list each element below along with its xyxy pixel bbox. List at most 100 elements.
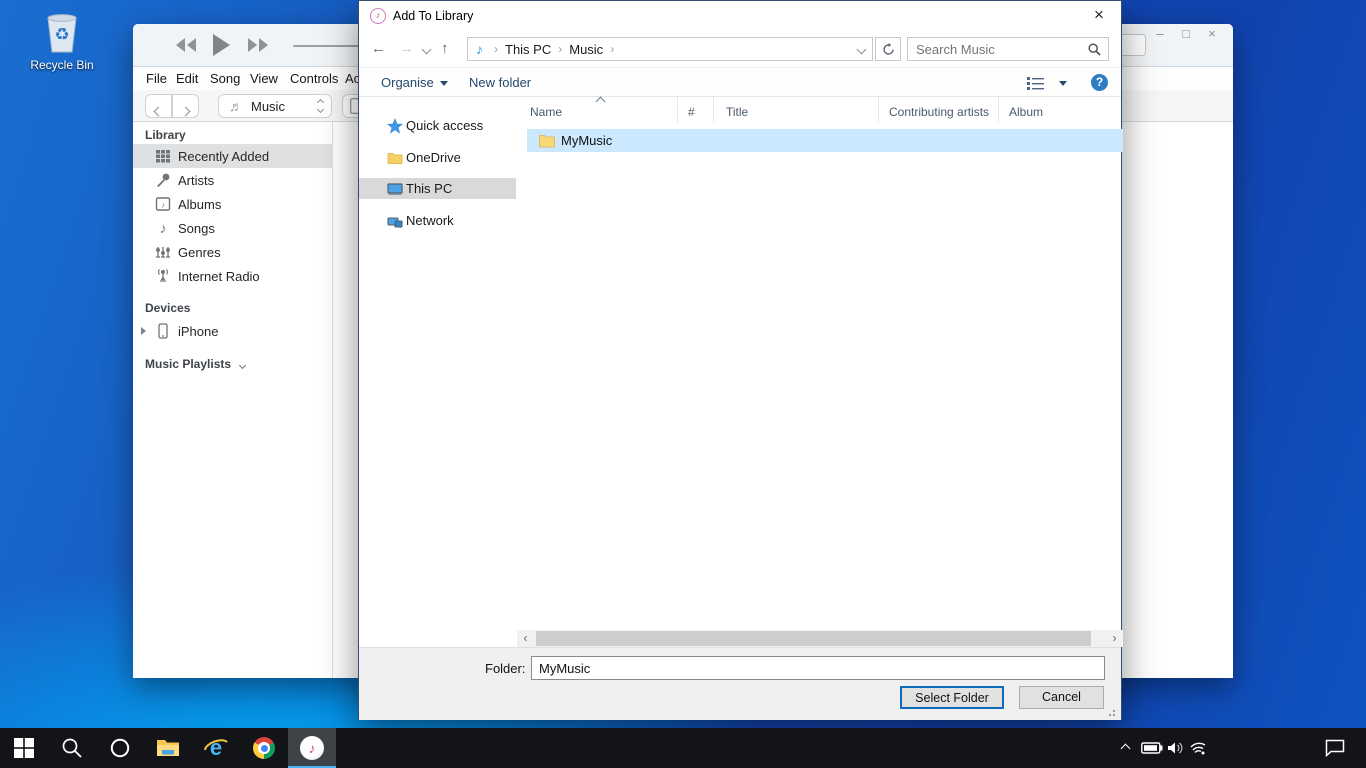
- column-header-number[interactable]: #: [678, 97, 714, 123]
- search-icon[interactable]: [1088, 43, 1101, 56]
- itunes-sidebar: Library Recently Added Artists: [133, 122, 333, 678]
- library-picker-value: Music: [251, 99, 285, 114]
- scrollbar-thumb[interactable]: [536, 631, 1091, 646]
- internet-explorer-button[interactable]: e: [192, 728, 240, 768]
- view-mode-dropdown-icon[interactable]: [1059, 81, 1067, 86]
- column-header-name[interactable]: Name: [517, 97, 678, 123]
- refresh-icon: [882, 43, 895, 56]
- cancel-button[interactable]: Cancel: [1019, 686, 1104, 709]
- menu-edit[interactable]: Edit: [176, 71, 198, 86]
- fast-forward-icon[interactable]: [247, 36, 269, 54]
- nav-item-this-pc[interactable]: This PC: [359, 178, 516, 199]
- sidebar-item-artists[interactable]: Artists: [133, 168, 332, 192]
- sidebar-item-genres[interactable]: Genres: [133, 240, 332, 264]
- battery-status[interactable]: [1138, 728, 1166, 768]
- itunes-taskbar-button[interactable]: ♪: [288, 728, 336, 768]
- sidebar-item-recently-added[interactable]: Recently Added: [133, 144, 332, 168]
- view-mode-button[interactable]: [1027, 76, 1045, 93]
- recycle-bin-shortcut[interactable]: ♻ Recycle Bin: [22, 10, 102, 72]
- desktop: ♻ Recycle Bin –□× File Edit Song Vie: [0, 0, 1366, 768]
- rewind-icon[interactable]: [175, 36, 197, 54]
- playlists-header[interactable]: Music Playlists: [145, 357, 245, 371]
- select-folder-button[interactable]: Select Folder: [900, 686, 1004, 709]
- nav-item-onedrive[interactable]: OneDrive: [359, 147, 516, 168]
- column-header-contributing-artists[interactable]: Contributing artists: [879, 97, 999, 123]
- file-row-mymusic[interactable]: MyMusic: [527, 129, 1123, 152]
- details-view-icon: [1027, 76, 1045, 90]
- up-arrow-icon[interactable]: ↑: [441, 40, 449, 57]
- folder-name-input[interactable]: [531, 656, 1105, 680]
- column-header-title[interactable]: Title: [714, 97, 879, 123]
- genres-icon: [155, 244, 171, 260]
- sidebar-item-songs[interactable]: ♪ Songs: [133, 216, 332, 240]
- breadcrumb-chevron-icon[interactable]: ›: [610, 42, 614, 56]
- menu-view[interactable]: View: [250, 71, 278, 86]
- expand-arrow-icon[interactable]: [141, 327, 146, 335]
- action-center-button[interactable]: [1318, 728, 1352, 768]
- network-icon: [387, 213, 403, 229]
- minimize-icon[interactable]: –: [1147, 26, 1173, 41]
- dialog-command-bar: Organise New folder ?: [359, 67, 1121, 97]
- close-icon[interactable]: ×: [1077, 1, 1121, 31]
- refresh-button[interactable]: [875, 37, 901, 61]
- dialog-title: Add To Library: [393, 9, 473, 23]
- column-headers: Name # Title Contributing artists Album: [517, 97, 1123, 123]
- forward-arrow-icon[interactable]: →: [399, 40, 414, 57]
- star-icon: [387, 118, 403, 134]
- folder-icon: [387, 150, 403, 166]
- sidebar-item-label: Recently Added: [178, 149, 269, 164]
- back-arrow-icon[interactable]: ←: [371, 40, 386, 57]
- itunes-back-button[interactable]: [145, 94, 172, 118]
- sidebar-item-label: Internet Radio: [178, 269, 260, 284]
- scroll-right-icon[interactable]: ›: [1106, 630, 1123, 647]
- tray-expand-button[interactable]: [1112, 728, 1138, 768]
- breadcrumb-music[interactable]: Music: [569, 42, 603, 57]
- tray-expand-icon: [1120, 743, 1130, 753]
- menu-song[interactable]: Song: [210, 71, 240, 86]
- address-bar[interactable]: ♪ › This PC › Music ›: [467, 37, 873, 61]
- resize-grip[interactable]: [1109, 708, 1117, 716]
- nav-item-label: Quick access: [406, 118, 483, 133]
- help-icon[interactable]: ?: [1091, 74, 1108, 91]
- itunes-library-picker[interactable]: ♬ Music: [218, 94, 332, 118]
- address-dropdown-icon[interactable]: [857, 44, 867, 54]
- add-to-library-dialog: ♪ Add To Library × ← → ↑ ♪ › This PC › M…: [358, 0, 1122, 720]
- start-icon: [14, 738, 34, 758]
- recycle-bin-icon: ♻: [40, 10, 84, 56]
- file-list: Name # Title Contributing artists Album …: [517, 97, 1123, 647]
- column-header-album[interactable]: Album: [999, 97, 1123, 123]
- search-box[interactable]: [907, 37, 1109, 61]
- network-status[interactable]: [1186, 728, 1212, 768]
- album-icon: ♪: [155, 196, 171, 212]
- horizontal-scrollbar[interactable]: ‹ ›: [517, 630, 1123, 647]
- devices-header: Devices: [145, 301, 190, 315]
- new-folder-button[interactable]: New folder: [469, 75, 531, 90]
- chrome-button[interactable]: [240, 728, 288, 768]
- cortana-button[interactable]: [96, 728, 144, 768]
- scroll-left-icon[interactable]: ‹: [517, 630, 534, 647]
- svg-text:♻: ♻: [54, 25, 69, 44]
- sidebar-item-internet-radio[interactable]: Internet Radio: [133, 264, 332, 288]
- maximize-icon[interactable]: □: [1173, 26, 1199, 41]
- nav-item-quick-access[interactable]: Quick access: [359, 115, 516, 136]
- start-button[interactable]: [0, 728, 48, 768]
- breadcrumb-chevron-icon[interactable]: ›: [494, 42, 498, 56]
- menu-controls[interactable]: Controls: [290, 71, 338, 86]
- file-explorer-button[interactable]: [144, 728, 192, 768]
- recent-locations-icon[interactable]: [422, 45, 432, 55]
- breadcrumb-this-pc[interactable]: This PC: [505, 42, 551, 57]
- menu-file[interactable]: File: [146, 71, 167, 86]
- breadcrumb-chevron-icon[interactable]: ›: [558, 42, 562, 56]
- sidebar-item-albums[interactable]: ♪ Albums: [133, 192, 332, 216]
- internet-explorer-icon: e: [203, 735, 229, 761]
- search-input[interactable]: [916, 39, 1076, 59]
- play-icon[interactable]: [211, 33, 231, 57]
- library-header: Library: [145, 128, 186, 142]
- organise-menu-button[interactable]: Organise: [381, 75, 448, 90]
- itunes-forward-button[interactable]: [172, 94, 199, 118]
- volume-icon: [1167, 741, 1185, 755]
- taskbar-search-button[interactable]: [48, 728, 96, 768]
- close-icon[interactable]: ×: [1199, 26, 1225, 41]
- sidebar-item-iphone[interactable]: iPhone: [133, 319, 332, 343]
- nav-item-network[interactable]: Network: [359, 210, 516, 231]
